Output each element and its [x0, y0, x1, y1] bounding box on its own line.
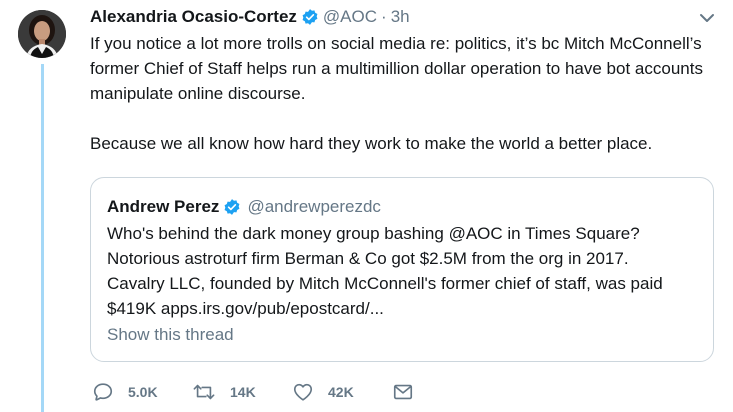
quoted-author-name: Andrew Perez — [107, 197, 220, 216]
quoted-tweet-text: Who's behind the dark money group bashin… — [107, 221, 702, 321]
reply-button[interactable]: 5.0K — [92, 381, 192, 403]
verified-badge-icon — [223, 198, 241, 216]
like-count: 42K — [328, 384, 354, 400]
avatar[interactable] — [18, 10, 66, 58]
envelope-icon — [392, 381, 414, 403]
reply-icon — [92, 381, 114, 403]
quoted-text-line: Notorious astroturf firm Berman & Co got… — [107, 249, 629, 268]
author-name[interactable]: Alexandria Ocasio-Cortez — [90, 7, 297, 27]
like-button[interactable]: 42K — [292, 381, 392, 403]
quoted-text-line: $419K apps.irs.gov/pub/epostcard/... — [107, 299, 384, 318]
tweet-paragraph: If you notice a lot more trolls on socia… — [90, 34, 703, 103]
reply-count: 5.0K — [128, 384, 158, 400]
quoted-text-line: Cavalry LLC, founded by Mitch McConnell'… — [107, 274, 663, 293]
retweet-icon — [192, 381, 216, 403]
tweet-text: If you notice a lot more trolls on socia… — [90, 31, 720, 156]
chevron-down-icon[interactable] — [697, 8, 717, 28]
tweet-actions: 5.0K 14K 42K — [92, 381, 414, 403]
tweet-paragraph: Because we all know how hard they work t… — [90, 134, 653, 153]
heart-icon — [292, 381, 314, 403]
quoted-tweet-card[interactable]: Andrew Perez @andrewperezdc Who's behind… — [90, 177, 714, 362]
verified-badge-icon — [301, 8, 319, 26]
thread-connector-line — [41, 64, 44, 412]
retweet-count: 14K — [230, 384, 256, 400]
show-thread-link[interactable]: Show this thread — [107, 325, 234, 345]
tweet-header: Alexandria Ocasio-Cortez @AOC · 3h — [90, 7, 410, 27]
retweet-button[interactable]: 14K — [192, 381, 292, 403]
quoted-author-handle: @andrewperezdc — [247, 197, 381, 216]
tweet-timestamp[interactable]: 3h — [391, 7, 410, 27]
separator-dot: · — [381, 7, 387, 26]
quoted-tweet-header: Andrew Perez @andrewperezdc — [107, 197, 381, 217]
quoted-text-line: Who's behind the dark money group bashin… — [107, 224, 640, 243]
author-handle[interactable]: @AOC — [323, 7, 377, 27]
direct-message-button[interactable] — [392, 381, 414, 403]
